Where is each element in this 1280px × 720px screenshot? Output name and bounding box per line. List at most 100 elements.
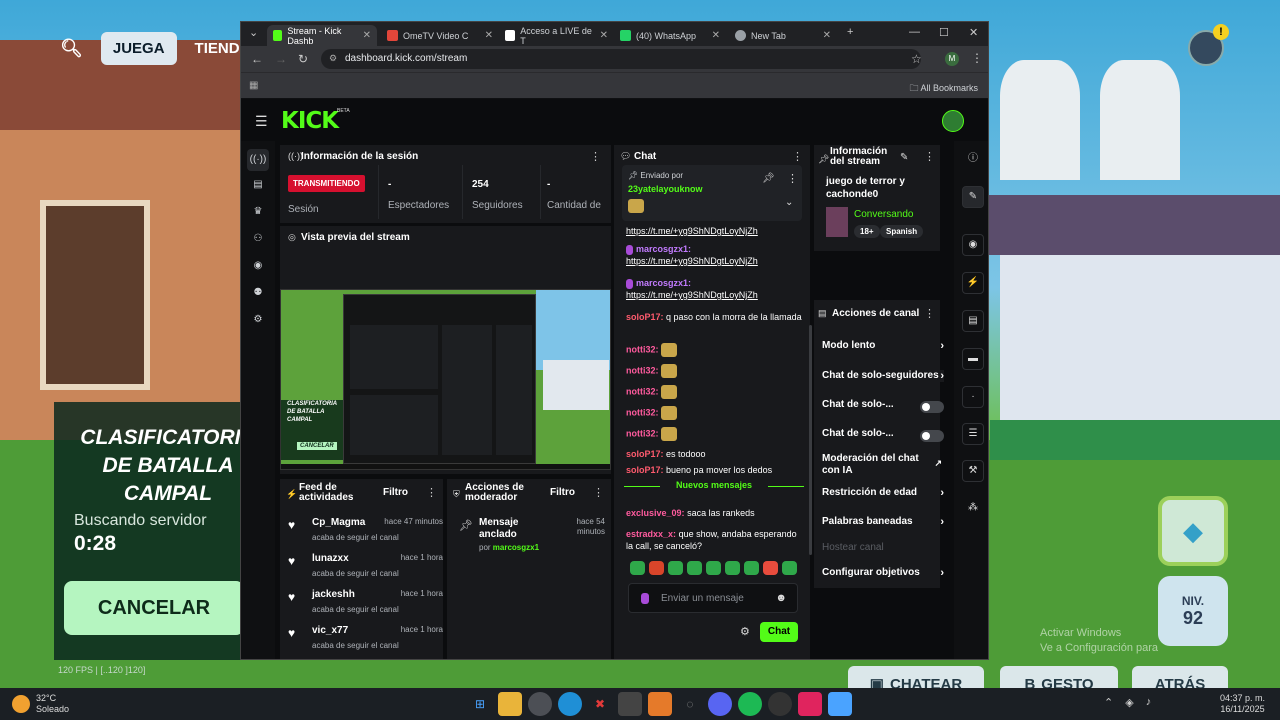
more-options-icon[interactable]: ⋮ bbox=[787, 172, 798, 185]
close-tab-icon[interactable]: ✕ bbox=[363, 30, 371, 41]
emote-icon[interactable] bbox=[725, 561, 740, 575]
chat-user[interactable]: soloP17: bbox=[626, 312, 664, 322]
chevron-down-icon[interactable]: ⌄ bbox=[785, 197, 793, 208]
edge-icon[interactable] bbox=[558, 692, 582, 716]
url-input[interactable]: ⚙ dashboard.kick.com/stream bbox=[321, 49, 921, 69]
tab-newtab[interactable]: New Tab ✕ bbox=[729, 25, 837, 46]
play-tab[interactable]: JUEGA bbox=[100, 32, 177, 65]
chat-user[interactable]: soloP17: bbox=[626, 465, 664, 475]
category-name[interactable]: Conversando bbox=[854, 209, 913, 220]
emote-icon[interactable] bbox=[706, 561, 721, 575]
more-options-icon[interactable]: ⋮ bbox=[924, 307, 935, 320]
browser-menu-icon[interactable]: ⋮ bbox=[971, 51, 983, 65]
chat-message-input[interactable]: Enviar un mensaje ☻ bbox=[628, 583, 798, 613]
mod-filter-button[interactable]: Filtro bbox=[550, 487, 575, 498]
camera-icon[interactable]: ◉ bbox=[251, 260, 265, 274]
app-icon[interactable] bbox=[768, 692, 792, 716]
action-age-restriction[interactable]: Restricción de edad › bbox=[822, 487, 944, 503]
layout-icon[interactable]: ☰ bbox=[962, 423, 984, 445]
tab-whatsapp[interactable]: (40) WhatsApp ✕ bbox=[614, 25, 726, 46]
windows-start-icon[interactable]: ⊞ bbox=[468, 692, 492, 716]
emote-icon[interactable] bbox=[782, 561, 797, 575]
feed-user[interactable]: lunazxx bbox=[312, 553, 349, 564]
emote-icon[interactable] bbox=[744, 561, 759, 575]
chat-user[interactable]: exclusive_09: bbox=[626, 508, 685, 518]
lightning-icon[interactable]: ⚡ bbox=[962, 272, 984, 294]
chat-user[interactable]: marcosgzx1: bbox=[636, 278, 691, 288]
more-options-icon[interactable]: ⋮ bbox=[426, 486, 437, 499]
tab-kick[interactable]: Stream - Kick Dashb ✕ bbox=[267, 25, 377, 46]
action-ai-moderation[interactable]: Moderación del chat con IA ↗ bbox=[822, 453, 942, 477]
emote-icon[interactable] bbox=[763, 561, 778, 575]
community-icon[interactable]: ⚉ bbox=[251, 287, 265, 301]
forward-arrow-icon[interactable]: → bbox=[275, 52, 287, 66]
back-arrow-icon[interactable]: ← bbox=[251, 52, 263, 66]
close-tab-icon[interactable]: ✕ bbox=[712, 30, 720, 41]
new-messages-divider[interactable]: Nuevos mensajes bbox=[624, 480, 804, 494]
stream-preview[interactable]: CLASIFICATORIA DE BATALLA CAMPAL CANCELA… bbox=[280, 289, 611, 470]
emote-icon[interactable] bbox=[649, 561, 664, 575]
emote-icon[interactable] bbox=[687, 561, 702, 575]
wrench-icon[interactable]: ⚒ bbox=[962, 460, 984, 482]
chat-icon[interactable]: ▬ bbox=[962, 348, 984, 370]
chat-user[interactable]: notti32: bbox=[626, 407, 659, 417]
menu-icon[interactable]: ☰ bbox=[255, 113, 268, 130]
chat-user[interactable]: notti32: bbox=[626, 386, 659, 396]
edit-icon[interactable]: ✎ bbox=[962, 186, 984, 208]
trophy-icon[interactable]: ♛ bbox=[251, 206, 265, 220]
feed-user[interactable]: jackeshh bbox=[312, 589, 355, 600]
feed-filter-button[interactable]: Filtro bbox=[383, 487, 408, 498]
app-icon[interactable]: ◌ bbox=[678, 692, 702, 716]
mod-by-user[interactable]: marcosgzx1 bbox=[493, 543, 539, 552]
new-tab-icon[interactable]: + bbox=[847, 26, 853, 38]
cancel-matchmaking-button[interactable]: CANCELAR bbox=[64, 581, 244, 635]
chat-link[interactable]: https://t.me/+yg9ShNDgtLoyNjZh bbox=[626, 226, 758, 236]
chevron-up-icon[interactable]: ⌃ bbox=[1104, 696, 1113, 709]
app-icon[interactable] bbox=[648, 692, 672, 716]
chat-user[interactable]: notti32: bbox=[626, 365, 659, 375]
dashboard-icon[interactable]: ▤ bbox=[251, 179, 265, 193]
pinned-user[interactable]: 23yatelayouknow bbox=[628, 184, 703, 194]
minimize-icon[interactable]: — bbox=[909, 26, 920, 38]
chat-settings-icon[interactable]: ⚙ bbox=[740, 625, 750, 638]
rank-card[interactable]: ◆ bbox=[1158, 496, 1228, 566]
action-followers-only[interactable]: Chat de solo-seguidores › bbox=[822, 370, 944, 386]
nodes-icon[interactable]: ⁂ bbox=[962, 498, 984, 520]
mic-tray-icon[interactable]: ♪ bbox=[1146, 696, 1152, 709]
apps-grid-icon[interactable]: ▦ bbox=[249, 80, 258, 91]
weather-widget[interactable]: 32°C Soleado bbox=[12, 693, 69, 715]
chat-send-button[interactable]: Chat bbox=[760, 622, 798, 642]
chat-link[interactable]: https://t.me/+yg9ShNDgtLoyNjZh bbox=[626, 290, 758, 300]
kick-logo[interactable]: KICK bbox=[281, 108, 339, 134]
file-explorer-icon[interactable] bbox=[498, 692, 522, 716]
reload-icon[interactable]: ↻ bbox=[298, 52, 308, 66]
search-icon[interactable]: 🔍︎ bbox=[60, 38, 83, 59]
chat-user[interactable]: soloP17: bbox=[626, 449, 664, 459]
feed-user[interactable]: vic_x77 bbox=[312, 625, 348, 636]
action-emote-only[interactable]: Chat de solo-... bbox=[822, 428, 944, 444]
close-tab-icon[interactable]: ✕ bbox=[485, 30, 493, 41]
site-info-icon[interactable]: ⚙ bbox=[329, 53, 337, 64]
unpin-icon[interactable]: 📌︎ bbox=[762, 173, 775, 184]
settings-icon[interactable]: ⚙ bbox=[251, 314, 265, 328]
more-options-icon[interactable]: ⋮ bbox=[590, 150, 601, 163]
chat-user[interactable]: marcosgzx1: bbox=[636, 244, 691, 254]
toggle-switch[interactable] bbox=[920, 430, 944, 442]
tab-tiktok[interactable]: Acceso a LIVE de T ✕ bbox=[499, 25, 614, 46]
feed-user[interactable]: Cp_Magma bbox=[312, 517, 365, 528]
emoji-icon[interactable]: ☻ bbox=[775, 592, 787, 604]
system-clock[interactable]: 04:37 p. m. 16/11/2025 bbox=[1220, 693, 1265, 715]
more-options-icon[interactable]: ⋮ bbox=[792, 150, 803, 163]
action-banned-words[interactable]: Palabras baneadas › bbox=[822, 516, 944, 532]
broadcast-icon[interactable]: · bbox=[962, 386, 984, 408]
wifi-icon[interactable]: ◈ bbox=[1125, 696, 1133, 709]
chat-link[interactable]: https://t.me/+yg9ShNDgtLoyNjZh bbox=[626, 256, 758, 266]
store-icon[interactable] bbox=[618, 692, 642, 716]
more-options-icon[interactable]: ⋮ bbox=[593, 486, 604, 499]
emote-icon[interactable] bbox=[668, 561, 683, 575]
users-icon[interactable]: ⚇ bbox=[251, 233, 265, 247]
close-window-icon[interactable]: ✕ bbox=[969, 26, 978, 39]
chat-user[interactable]: notti32: bbox=[626, 344, 659, 354]
action-sub-only[interactable]: Chat de solo-... bbox=[822, 399, 944, 415]
chat-user[interactable]: notti32: bbox=[626, 428, 659, 438]
